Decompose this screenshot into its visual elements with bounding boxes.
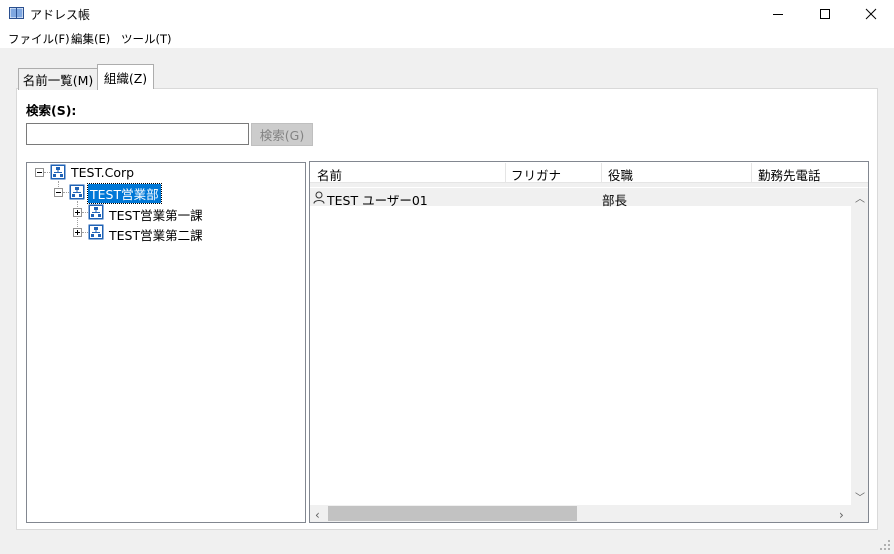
close-icon (865, 8, 877, 20)
tab-name-list[interactable]: 名前一覧(M) (18, 68, 98, 90)
minimize-button[interactable] (755, 0, 801, 28)
tree-node-child-2[interactable]: TEST営業第二課 (109, 225, 203, 244)
menu-edit[interactable]: 編集(E) (71, 31, 110, 47)
column-header-phone[interactable]: 勤務先電話 (758, 165, 821, 184)
cell-title: 部長 (602, 193, 628, 208)
search-label: 検索(S): (26, 103, 77, 118)
menu-file[interactable]: ファイル(F) (8, 31, 70, 47)
column-divider[interactable] (505, 163, 506, 182)
maximize-button[interactable] (802, 0, 848, 28)
maximize-icon (820, 9, 830, 19)
scroll-right-icon[interactable]: › (839, 508, 844, 522)
organization-icon (88, 224, 104, 240)
organization-icon (69, 184, 85, 200)
column-divider[interactable] (751, 163, 752, 182)
search-button[interactable]: 検索(G) (251, 123, 313, 146)
resize-grip-icon[interactable] (880, 540, 890, 550)
collapse-toggle-dept[interactable] (54, 188, 63, 197)
menu-tools[interactable]: ツール(T) (121, 31, 172, 47)
member-list[interactable] (309, 161, 869, 523)
expand-toggle-child-2[interactable] (73, 228, 82, 237)
address-book-icon (9, 7, 24, 19)
window-title: アドレス帳 (30, 8, 91, 22)
organization-icon (50, 164, 66, 180)
column-header-furigana[interactable]: フリガナ (511, 165, 561, 184)
expand-toggle-child-1[interactable] (73, 208, 82, 217)
tab-organization[interactable]: 組織(Z) (97, 64, 154, 89)
user-icon (313, 191, 325, 204)
scrollbar-corner (851, 505, 868, 522)
scroll-down-icon[interactable]: ﹀ (855, 489, 865, 504)
tree-connector (58, 181, 60, 187)
scroll-up-icon[interactable]: ︿ (855, 190, 865, 205)
column-header-name[interactable]: 名前 (317, 165, 342, 184)
close-button[interactable] (848, 0, 894, 28)
column-divider[interactable] (601, 163, 602, 182)
list-separator (310, 183, 868, 187)
collapse-toggle-root[interactable] (35, 168, 44, 177)
scroll-left-icon[interactable]: ‹ (315, 508, 320, 522)
minimize-icon (773, 14, 783, 15)
tree-node-child-1[interactable]: TEST営業第一課 (109, 205, 203, 224)
column-header-title[interactable]: 役職 (608, 165, 633, 184)
horizontal-scroll-thumb[interactable] (328, 506, 577, 521)
organization-icon (88, 204, 104, 220)
tree-node-dept[interactable]: TEST営業部 (87, 183, 162, 204)
cell-name: TEST ユーザー01 (327, 193, 428, 208)
tree-node-root[interactable]: TEST.Corp (71, 165, 134, 180)
vertical-scrollbar[interactable] (851, 188, 868, 505)
search-input[interactable] (26, 123, 249, 145)
